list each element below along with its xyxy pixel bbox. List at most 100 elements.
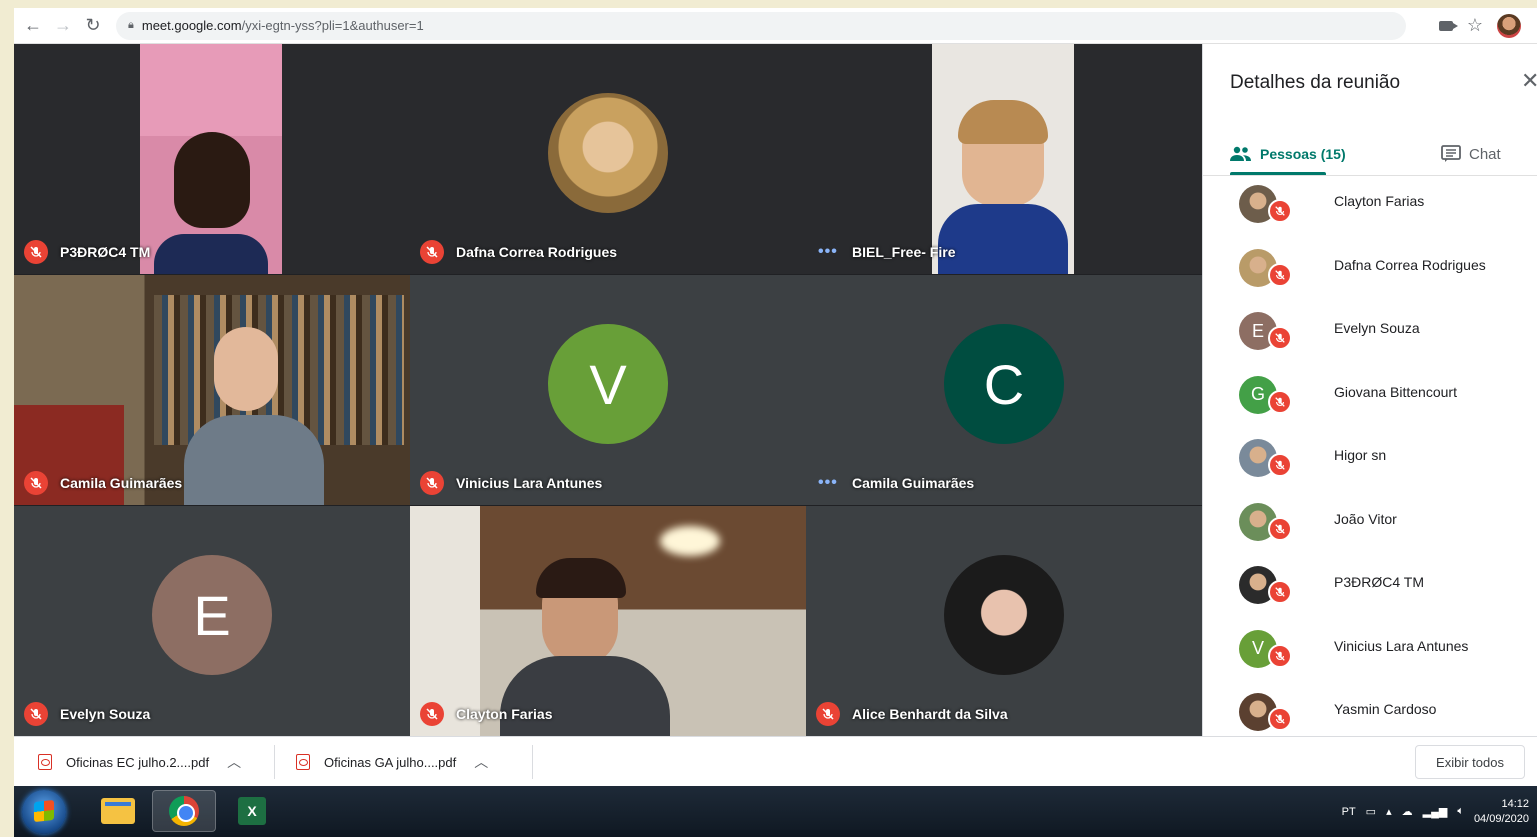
participant-name: Evelyn Souza [60,706,151,722]
mic-off-icon [1268,580,1292,604]
download-filename: Oficinas GA julho....pdf [324,754,457,770]
reload-icon[interactable]: ↻ [78,11,108,41]
tab-chat-label: Chat [1469,145,1501,163]
divider [274,745,275,779]
folder-icon [101,798,135,824]
participant-name: P3ÐRØC4 TM [60,244,151,260]
participant-initial-avatar: V [548,324,668,444]
show-hidden-icons-icon[interactable]: ▴ [1386,805,1392,818]
participant-photo [548,93,668,213]
mic-off-icon [1268,262,1292,287]
mic-off-icon [420,702,444,726]
participant-tile[interactable]: Clayton Farias [410,506,806,736]
participant-list-name: Higor sn [1334,447,1387,463]
onedrive-cloud-icon[interactable]: ☁ [1402,805,1413,818]
participant-tile[interactable]: E Evelyn Souza [14,506,410,736]
pdf-file-icon [38,754,52,770]
mic-off-icon [816,702,840,726]
participant-name: Alice Benhardt da Silva [852,706,1008,722]
screen: ← → ↻ 🔒︎ meet.google.com/yxi-egtn-yss?pl… [14,8,1537,837]
clock-time: 14:12 [1501,797,1529,810]
url-host: meet.google.com [141,18,242,33]
participant-name: Vinicius Lara Antunes [456,475,603,491]
participant-tile[interactable]: P3ÐRØC4 TM [14,44,410,274]
participant-list-item[interactable]: Clayton Farias [1203,179,1537,243]
participant-list-item[interactable]: Dafna Correa Rodrigues [1203,243,1537,307]
participant-list-name: Clayton Farias [1334,193,1425,209]
profile-avatar[interactable] [1497,13,1521,38]
mic-off-icon [1268,199,1292,223]
chrome-taskbar-button[interactable] [152,790,216,832]
participant-tile[interactable]: C ••• Camila Guimarães [806,275,1202,505]
participant-list-name: Dafna Correa Rodrigues [1334,256,1486,273]
download-item[interactable]: Oficinas GA julho....pdf ︿ [296,737,488,787]
participant-tile[interactable]: V Vinicius Lara Antunes [410,275,806,505]
participant-name: Clayton Farias [456,706,553,722]
panel-title: Detalhes da reunião [1230,72,1401,93]
address-bar[interactable]: 🔒︎ meet.google.com/yxi-egtn-yss?pli=1&au… [116,11,1406,40]
participant-list-item[interactable]: João Vitor [1203,497,1537,561]
video-feed [932,44,1074,274]
participant-initial-avatar: C [944,324,1064,444]
speaking-indicator-icon: ••• [818,474,838,491]
participant-list-item[interactable]: Yasmin Cardoso [1203,687,1537,736]
chevron-up-icon[interactable]: ︿ [474,752,488,772]
file-explorer-taskbar-button[interactable] [86,790,150,832]
video-feed [140,44,282,274]
clock-date: 04/09/2020 [1473,812,1529,825]
mic-off-icon [1268,643,1292,668]
browser-actions: ☆ [1438,13,1521,38]
participant-list-item[interactable]: G Giovana Bittencourt [1203,370,1537,434]
participant-list-name: Evelyn Souza [1334,320,1420,336]
video-feed [14,275,410,505]
mic-off-icon [24,240,48,264]
people-list[interactable]: Clayton Farias Dafna Correa Rodrigues E Eve… [1203,179,1537,736]
participant-tile[interactable]: ••• BIEL_Free- Fire [806,44,1202,274]
language-indicator[interactable]: PT [1342,806,1356,818]
back-arrow-icon[interactable]: ← [18,11,48,41]
bookmark-star-icon[interactable]: ☆ [1467,15,1483,36]
excel-taskbar-button[interactable]: X [220,790,284,832]
pdf-file-icon [296,754,310,770]
participant-list-item[interactable]: E Evelyn Souza [1203,306,1537,370]
lock-icon: 🔒︎ [128,19,134,31]
mic-off-icon [1268,326,1292,350]
divider [532,745,533,779]
camera-icon[interactable] [1438,20,1458,31]
participant-name: Dafna Correa Rodrigues [456,244,618,260]
system-tray: PT ▭ ▴ ☁ ▂▄▆ 🔈︎ 14:12 04/09/2020 [1342,786,1529,837]
volume-icon[interactable]: 🔈︎ [1457,805,1464,818]
keyboard-icon[interactable]: ▭ [1366,805,1376,818]
windows-taskbar: X PT ▭ ▴ ☁ ▂▄▆ 🔈︎ 14:12 04/09/2020 [14,786,1537,837]
chevron-up-icon[interactable]: ︿ [227,752,241,772]
download-filename: Oficinas EC julho.2....pdf [66,754,210,770]
forward-arrow-icon[interactable]: → [48,11,78,41]
mic-off-icon [24,471,48,495]
url-path: /yxi-egtn-yss?pli=1&authuser=1 [241,18,424,33]
speaking-indicator-icon: ••• [818,243,838,260]
participant-list-item[interactable]: V Vinicius Lara Antunes [1203,624,1537,688]
tab-people-label: Pessoas (15) [1260,146,1346,162]
tab-people[interactable]: Pessoas (15) [1230,134,1346,174]
participant-tile[interactable]: Dafna Correa Rodrigues [410,44,806,274]
mic-off-icon [420,471,444,495]
tab-chat[interactable]: Chat [1441,134,1501,174]
participant-list-name: João Vitor [1334,510,1397,527]
downloads-bar: Oficinas EC julho.2....pdf ︿ Oficinas GA… [14,736,1537,786]
download-item[interactable]: Oficinas EC julho.2....pdf ︿ [38,737,241,787]
participant-tile[interactable]: Alice Benhardt da Silva [806,506,1202,736]
network-signal-icon[interactable]: ▂▄▆ [1423,805,1448,818]
close-icon[interactable]: ✕ [1521,68,1537,94]
mic-off-icon [1268,516,1292,541]
mic-off-icon [24,702,48,726]
participant-list-item[interactable]: P3ÐRØC4 TM [1203,560,1537,624]
people-icon [1230,146,1251,161]
participant-tile[interactable]: Camila Guimarães [14,275,410,505]
mic-off-icon [1268,389,1292,414]
clock[interactable]: 14:12 04/09/2020 [1474,797,1529,827]
participant-list-item[interactable]: Higor sn [1203,433,1537,497]
windows-start-button[interactable] [22,790,66,834]
participant-photo [944,555,1064,675]
show-all-downloads-button[interactable]: Exibir todos [1415,745,1525,779]
participant-list-name: Giovana Bittencourt [1334,383,1457,400]
